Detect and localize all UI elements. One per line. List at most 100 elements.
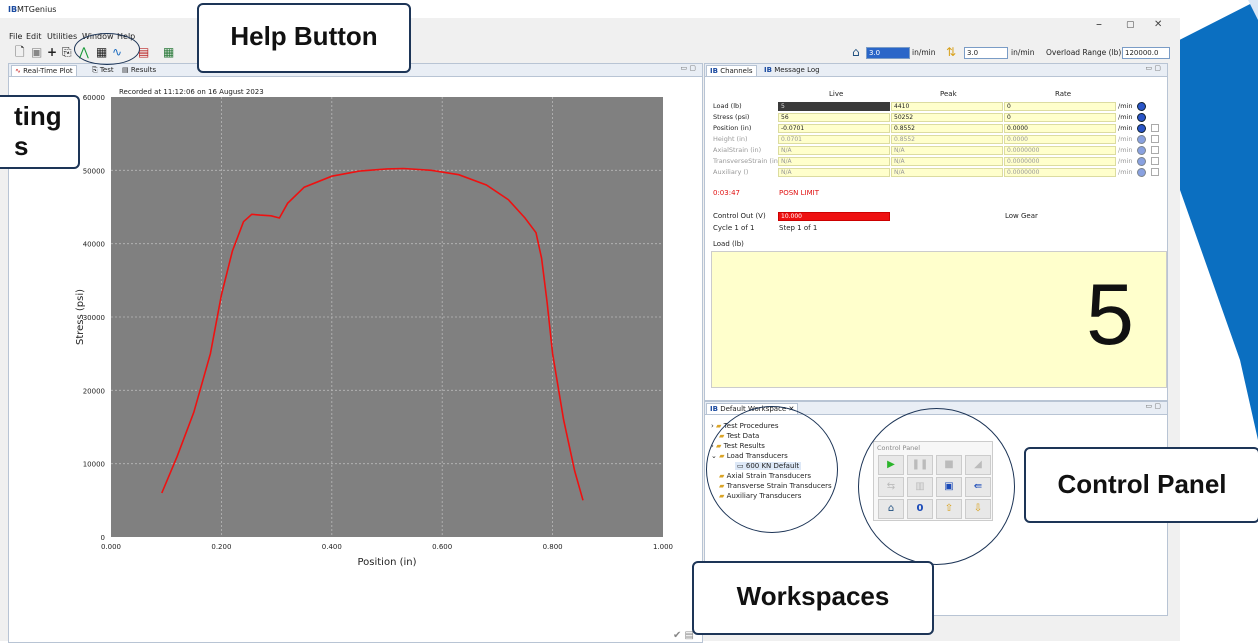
peak-value: 4410 bbox=[891, 102, 1003, 111]
live-value: N/A bbox=[778, 157, 890, 166]
x-tick-label: 0.800 bbox=[543, 543, 563, 551]
control-panel-highlight-ring bbox=[858, 408, 1015, 565]
live-value: -0.0701 bbox=[778, 124, 890, 133]
limit-status: POSN LIMIT bbox=[779, 189, 819, 197]
step-status: Step 1 of 1 bbox=[779, 224, 818, 232]
peak-value: 0.8552 bbox=[891, 124, 1003, 133]
elapsed-time: 0:03:47 bbox=[713, 189, 740, 197]
rate-unit: /min bbox=[1118, 135, 1133, 143]
y-tick-label: 60000 bbox=[83, 94, 105, 102]
y-tick-label: 0 bbox=[101, 534, 105, 542]
rate-value: 0.0000 bbox=[1004, 124, 1116, 133]
big-readout-box: 5 bbox=[711, 251, 1167, 388]
cycle-status: Cycle 1 of 1 bbox=[713, 224, 755, 232]
tab-real-time-plot-label: Real-Time Plot bbox=[23, 67, 73, 75]
message-log-tab-icon: IB bbox=[764, 66, 772, 74]
tab-channels-label: Channels bbox=[720, 67, 753, 75]
tab-real-time-plot[interactable]: ∿ Real-Time Plot bbox=[11, 65, 77, 76]
tab-message-log[interactable]: IB Message Log bbox=[761, 65, 823, 75]
channel-checkbox[interactable] bbox=[1151, 135, 1159, 143]
copy-icon[interactable]: ⎘ bbox=[62, 46, 72, 58]
header-rate: Rate bbox=[1055, 90, 1072, 98]
rate-arrows-icon[interactable]: ⇅ bbox=[946, 46, 956, 58]
channel-zero-button[interactable] bbox=[1137, 113, 1146, 122]
tab-channels[interactable]: IB Channels bbox=[706, 65, 757, 76]
channel-zero-button[interactable] bbox=[1137, 168, 1146, 177]
channel-checkbox[interactable] bbox=[1151, 124, 1159, 132]
save-icon[interactable]: ▣ bbox=[31, 46, 42, 58]
plot-recorded-label: Recorded at 11:12:06 on 16 August 2023 bbox=[119, 88, 264, 96]
minimize-button[interactable]: – bbox=[1096, 17, 1102, 31]
tab-results-label: Results bbox=[130, 66, 157, 74]
confirm-icon[interactable]: ✔ ▤ bbox=[673, 630, 694, 641]
rate-value: 0 bbox=[1004, 113, 1116, 122]
control-panel-callout: Control Panel bbox=[1024, 447, 1258, 523]
channel-zero-button[interactable] bbox=[1137, 146, 1146, 155]
rate-unit: /min bbox=[1118, 157, 1133, 165]
expand-icon[interactable]: › bbox=[711, 422, 714, 430]
x-tick-label: 0.200 bbox=[211, 543, 231, 551]
close-button[interactable]: ✕ bbox=[1154, 19, 1162, 30]
rate-unit: /min bbox=[1118, 146, 1133, 154]
rate-value: 0.0000000 bbox=[1004, 168, 1116, 177]
workspace-window-controls[interactable]: ▭ ▢ bbox=[1146, 402, 1161, 410]
y-axis-label: Stress (psi) bbox=[75, 289, 86, 345]
menu-file[interactable]: File bbox=[9, 32, 22, 41]
channel-zero-button[interactable] bbox=[1137, 102, 1146, 111]
grid-icon[interactable]: ▦ bbox=[163, 46, 174, 58]
charting-callout: ting s bbox=[0, 95, 80, 169]
help-button-callout: Help Button bbox=[197, 3, 411, 73]
menu-edit[interactable]: Edit bbox=[26, 32, 42, 41]
y-tick-label: 40000 bbox=[83, 241, 105, 249]
panel-window-controls[interactable]: ▭ ▢ bbox=[681, 64, 696, 72]
charting-callout-line2: s bbox=[14, 131, 29, 161]
channel-checkbox[interactable] bbox=[1151, 168, 1159, 176]
live-value: 5 bbox=[778, 102, 890, 111]
display-label: Load (lb) bbox=[713, 240, 744, 248]
maximize-button[interactable]: ▢ bbox=[1126, 20, 1135, 30]
y-tick-label: 20000 bbox=[83, 387, 105, 395]
channel-name: TransverseStrain (in) bbox=[713, 157, 781, 165]
plot-panel: ∿ Real-Time Plot ⎘ Test ▤ Results ▭ ▢ 0.… bbox=[8, 63, 703, 643]
x-tick-label: 0.000 bbox=[101, 543, 121, 551]
channel-zero-button[interactable] bbox=[1137, 135, 1146, 144]
rate1-input[interactable]: 3.0 bbox=[866, 47, 910, 59]
rate-value: 0.0000000 bbox=[1004, 146, 1116, 155]
app-logo: IB bbox=[8, 5, 18, 14]
app-title: MTGenius bbox=[17, 5, 57, 14]
tab-test[interactable]: ⎘ Test bbox=[89, 65, 117, 75]
channel-checkbox[interactable] bbox=[1151, 146, 1159, 154]
peak-value: 50252 bbox=[891, 113, 1003, 122]
live-value: N/A bbox=[778, 146, 890, 155]
channel-zero-button[interactable] bbox=[1137, 124, 1146, 133]
tab-results[interactable]: ▤ Results bbox=[119, 65, 159, 75]
channel-name: Stress (psi) bbox=[713, 113, 750, 121]
rate-value: 0 bbox=[1004, 102, 1116, 111]
new-file-icon[interactable]: 🗋 bbox=[15, 46, 25, 58]
header-live: Live bbox=[829, 90, 844, 98]
workspaces-callout: Workspaces bbox=[692, 561, 934, 635]
rate2-input[interactable]: 3.0 bbox=[964, 47, 1008, 59]
charting-callout-line1: ting bbox=[14, 101, 62, 131]
rate-unit: /min bbox=[1118, 168, 1133, 176]
machine-icon[interactable]: ⌂ bbox=[852, 46, 860, 58]
live-value: 0.0701 bbox=[778, 135, 890, 144]
y-tick-label: 10000 bbox=[83, 461, 105, 469]
test-tab-icon: ⎘ bbox=[92, 66, 98, 74]
peak-value: N/A bbox=[891, 146, 1003, 155]
control-out-label: Control Out (V) bbox=[713, 212, 766, 220]
menu-utilities[interactable]: Utilities bbox=[47, 32, 77, 41]
overload-label: Overload Range (lb): bbox=[1046, 48, 1124, 57]
overload-input[interactable]: 120000.0 bbox=[1122, 47, 1170, 59]
channel-name: Position (in) bbox=[713, 124, 752, 132]
channel-name: Load (lb) bbox=[713, 102, 742, 110]
menu-bar: File Edit Utilities Window Help bbox=[0, 30, 1180, 42]
tab-message-log-label: Message Log bbox=[774, 66, 820, 74]
y-tick-label: 30000 bbox=[83, 314, 105, 322]
plot-tab-icon: ∿ bbox=[15, 67, 21, 75]
rate2-unit: in/min bbox=[1011, 48, 1035, 57]
channel-zero-button[interactable] bbox=[1137, 157, 1146, 166]
channels-window-controls[interactable]: ▭ ▢ bbox=[1146, 64, 1161, 72]
channel-checkbox[interactable] bbox=[1151, 157, 1159, 165]
add-icon[interactable]: + bbox=[47, 46, 57, 58]
